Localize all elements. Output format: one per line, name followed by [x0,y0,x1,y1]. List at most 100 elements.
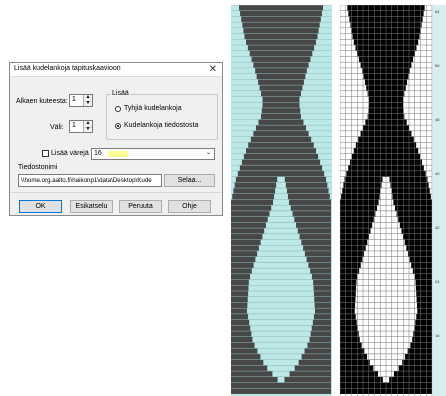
draft-inner-row [248,285,314,291]
interval-value[interactable]: 1 [72,122,76,129]
draft-inner-row [254,342,308,349]
draft-weft-row [250,136,312,143]
draft-inner-row [257,348,305,354]
draft-weft-row [261,107,301,114]
draft-weft-row [255,67,307,74]
draft-inner-row [260,353,302,360]
draft-inner-row [275,188,287,194]
draft-inner-row [260,239,302,246]
button-separator [11,192,221,193]
draft-weft-row [262,96,300,103]
draft-inner-row [269,210,293,217]
ruler-number: 40 [435,171,440,176]
ruler-number: 48 [435,117,440,122]
draft-weft-row [245,148,317,154]
dialog-titlebar: Lisää kudelankoja tapituskaavioon ✕ [10,63,222,77]
cancel-button[interactable]: Peruuta [119,200,162,213]
draft-weft-row [237,170,325,177]
draft-inner-row [248,313,314,320]
draft-inner-row [257,250,305,257]
dialog-title: Lisää kudelankoja tapituskaavioon [14,65,121,72]
draft-inner-row [250,325,312,332]
draft-inner-row [262,233,300,240]
filename-value[interactable]: \\home.org.aalto.fi\haikonp1\data\Deskto… [21,177,152,184]
draft-inner-row [247,308,315,314]
interval-stepper[interactable]: 1 ▲ ▼ [69,120,93,133]
draft-inner-row [249,319,313,326]
ruler-number: 32 [435,225,440,230]
draft-weft-row [239,5,323,11]
add-options-group-title: Lisää [111,90,130,97]
color-select[interactable]: 16 ⌄ [91,148,215,160]
radio-file-wefts[interactable] [115,123,121,129]
draft-weft-row [253,130,309,137]
draft-weft-row [231,382,331,389]
draft-weft-row [248,142,314,148]
add-colors-checkbox[interactable] [42,150,49,157]
radio-file-wefts-label[interactable]: Kudelankoja tiedostosta [124,122,198,129]
browse-button[interactable]: Selaa... [164,174,215,187]
radio-empty-wefts[interactable] [115,106,121,112]
draft-inner-row [263,359,299,366]
close-icon[interactable]: ✕ [209,63,217,76]
draft-inner-row [276,182,286,189]
add-weft-dialog: Lisää kudelankoja tapituskaavioon ✕ Alka… [9,62,223,216]
help-button[interactable]: Ohje [168,200,211,213]
ruler-number: 56 [435,63,440,68]
draft-weft-row [240,10,322,17]
draft-inner-row [272,371,290,377]
draft-weft-row [239,165,323,171]
start-stepper[interactable]: 1 ▲ ▼ [69,94,93,107]
draft-inner-row [273,199,289,206]
preview-button[interactable]: Esikatselu [70,200,113,213]
draft-weft-row [262,102,300,108]
ok-button[interactable]: OK [19,200,62,213]
draft-weft-row [249,50,313,57]
start-label: Alkaen kuteesta: [16,98,68,105]
draft-weft-row [253,62,309,68]
draft-inner-row [277,176,285,183]
draft-inner-row [251,268,311,274]
draft-weft-row [243,27,319,34]
ruler-number: 16 [435,333,440,338]
draft-weft-row [246,39,316,46]
draft-inner-row [267,365,295,372]
draft-inner-row [277,376,285,383]
color-weaving-draft[interactable] [231,5,332,396]
draft-weft-row [258,79,304,86]
draft-weft-row [261,90,301,97]
chevron-down-icon[interactable]: ⌄ [206,149,211,156]
draft-inner-row [253,262,309,269]
draft-inner-row [255,256,307,263]
draft-weft-row [258,119,304,126]
draft-inner-row [258,245,304,251]
draft-weft-row [261,113,301,120]
color-select-value: 16 [94,150,102,157]
start-down-icon[interactable]: ▼ [84,100,92,107]
draft-inner-row [247,302,315,309]
filename-input[interactable]: \\home.org.aalto.fi\haikonp1\data\Deskto… [18,174,162,187]
draft-inner-row [264,228,298,234]
interval-down-icon[interactable]: ▼ [84,126,92,133]
draft-weft-row [251,56,311,63]
draft-inner-row [271,205,291,211]
draft-inner-row [267,216,295,223]
radio-empty-wefts-label[interactable]: Tyhjiä kudelankoja [124,105,182,112]
draft-weft-row [242,22,320,28]
filename-label: Tiedostonimi [18,164,58,171]
start-value[interactable]: 1 [72,96,76,103]
start-stepper-buttons: ▲ ▼ [83,95,92,106]
add-colors-label[interactable]: Lisää värejä [51,150,89,157]
draft-inner-row [250,273,312,280]
draft-weft-row [243,153,319,160]
draft-weft-row [241,159,321,166]
draft-inner-row [274,193,288,200]
draft-weft-row [231,388,331,394]
draft-inner-row [252,336,310,343]
ruler-number: 24 [435,279,440,284]
draft-weft-row [255,125,307,131]
interval-stepper-buttons: ▲ ▼ [83,121,92,132]
bw-weaving-draft[interactable]: 64 56 48 40 32 24 16 [340,5,446,396]
draft-weft-row [241,16,321,23]
draft-inner-row [248,291,314,297]
